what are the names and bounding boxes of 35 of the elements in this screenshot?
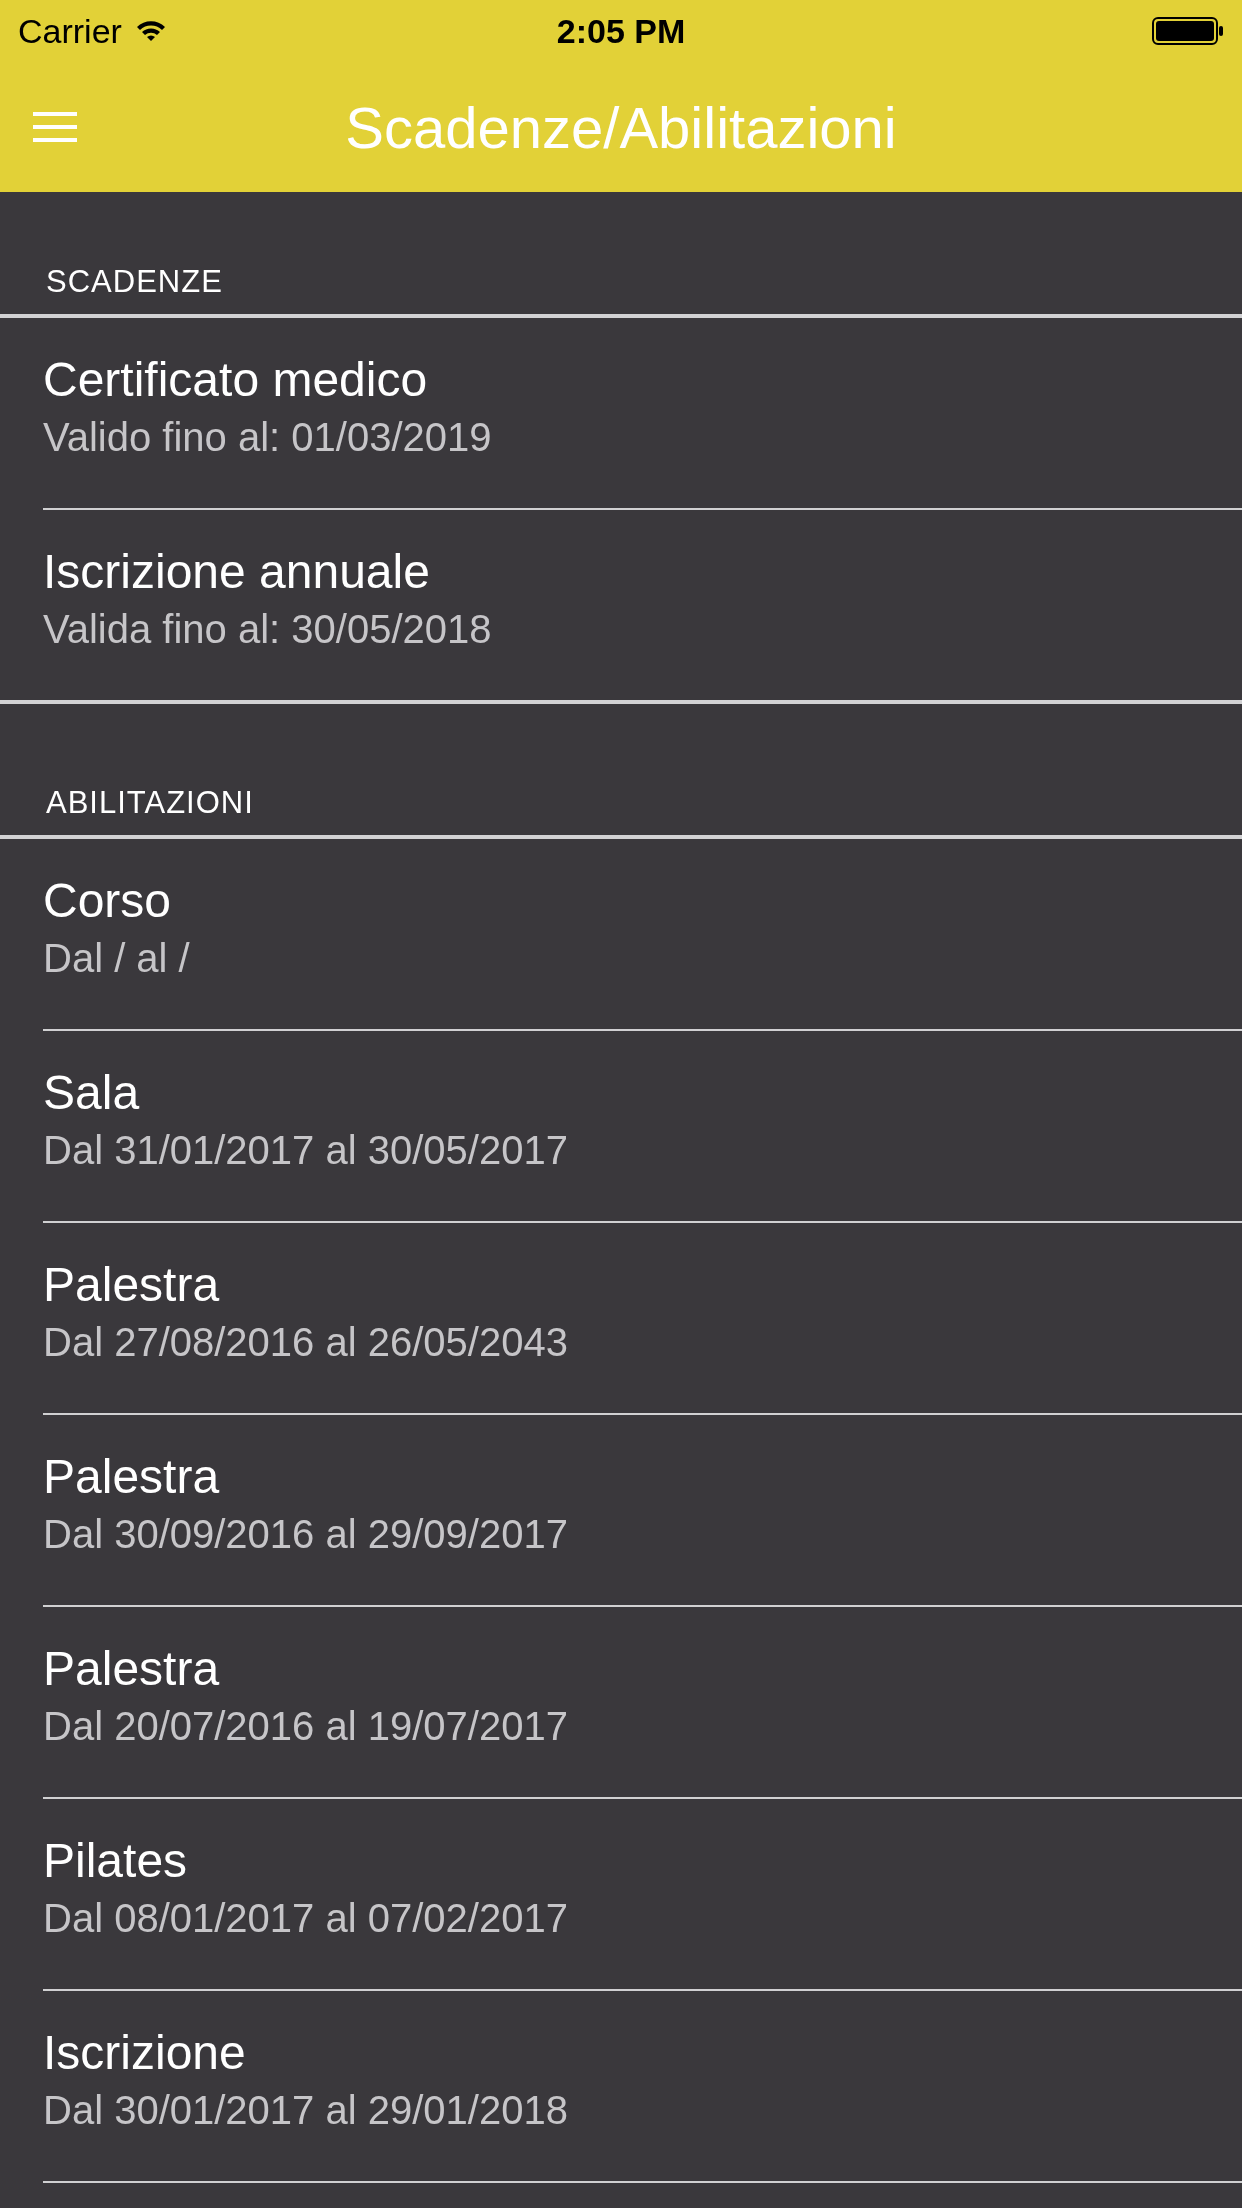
row-title: Certificato medico [43, 352, 429, 407]
row-title: Pilates [43, 1833, 189, 1888]
row-subtitle: Dal / al / [43, 936, 191, 981]
row-subtitle: Dal 27/08/2016 al 26/05/2043 [43, 1320, 569, 1365]
section-header: ABILITAZIONI [46, 785, 254, 821]
row-title: Palestra [43, 1257, 221, 1312]
row-subtitle: Dal 08/01/2017 al 07/02/2017 [43, 1896, 569, 1941]
list-row[interactable]: Palestra Dal 20/07/2016 al 19/07/2017 [43, 1607, 1242, 1799]
section-header: SCADENZE [46, 264, 223, 300]
row-subtitle: Valida fino al: 30/05/2018 [43, 607, 493, 652]
list-row[interactable]: Palestra Dal 27/08/2016 al 26/05/2043 [43, 1223, 1242, 1415]
row-title: Palestra [43, 1641, 221, 1696]
list-row[interactable]: Iscrizione annuale Valida fino al: 30/05/2018 [43, 510, 1242, 700]
row-subtitle: Dal 20/07/2016 al 19/07/2017 [43, 1704, 569, 1749]
wifi-icon [135, 20, 166, 42]
list-row[interactable]: Corso Dal / al / [43, 839, 1242, 1031]
row-title: Palestra [43, 1449, 221, 1504]
row-title: Sala [43, 1065, 141, 1120]
list-row[interactable]: Certificato medico Valido fino al: 01/03/2019 [43, 318, 1242, 510]
list-row[interactable]: Palestra Dal 30/09/2016 al 29/09/2017 [43, 1415, 1242, 1607]
row-title: Corso [43, 873, 173, 928]
list-row[interactable]: Sala Dal 31/01/2017 al 30/05/2017 [43, 1031, 1242, 1223]
row-subtitle: Dal 30/01/2017 al 29/01/2018 [43, 2088, 569, 2133]
row-title: Iscrizione annuale [43, 544, 431, 599]
list-row[interactable]: Iscrizione Dal 30/01/2017 al 29/01/2018 [43, 1991, 1242, 2183]
row-subtitle: Dal 30/09/2016 al 29/09/2017 [43, 1512, 569, 1557]
battery-icon [1152, 17, 1224, 45]
row-subtitle: Dal 31/01/2017 al 30/05/2017 [43, 1128, 569, 1173]
nav-title: Scadenze/Abilitazioni [344, 93, 898, 161]
menu-icon[interactable] [33, 112, 77, 142]
list-row[interactable]: Pilates Dal 08/01/2017 al 07/02/2017 [43, 1799, 1242, 1991]
row-title: Iscrizione [43, 2025, 247, 2080]
row-subtitle: Valido fino al: 01/03/2019 [43, 415, 493, 460]
clock-time: 2:05 PM [556, 11, 686, 51]
carrier-label: Carrier [18, 11, 122, 51]
